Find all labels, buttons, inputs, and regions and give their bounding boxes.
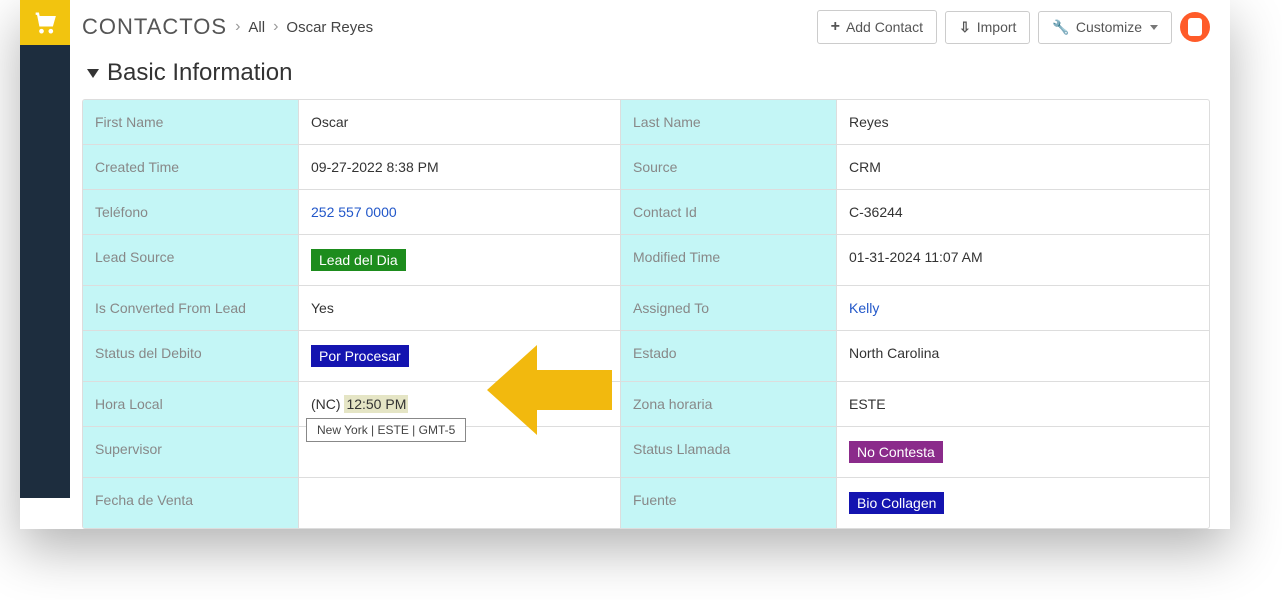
import-button[interactable]: ⇩ Import: [945, 11, 1030, 44]
field-label: Last Name: [621, 100, 837, 144]
field-value[interactable]: Bio Collagen: [837, 478, 1161, 528]
field-value[interactable]: CRM: [837, 145, 1161, 189]
breadcrumb-record[interactable]: Oscar Reyes: [286, 19, 373, 36]
field-label: Status del Debito: [83, 331, 299, 381]
field-label: Contact Id: [621, 190, 837, 234]
page-container: Contactos › All › Oscar Reyes + Add Cont…: [20, 0, 1230, 529]
field-value[interactable]: [299, 478, 621, 528]
field-value[interactable]: ESTE: [837, 382, 1161, 426]
table-row: Status del Debito Por Procesar Estado No…: [83, 330, 1209, 381]
field-label: Assigned To: [621, 286, 837, 330]
field-value[interactable]: No Contesta: [837, 427, 1161, 477]
field-label: Estado: [621, 331, 837, 381]
status-debito-badge: Por Procesar: [311, 345, 409, 367]
lead-source-badge: Lead del Dia: [311, 249, 406, 271]
download-icon: ⇩: [959, 19, 971, 36]
cart-icon: [31, 9, 59, 37]
field-value[interactable]: Reyes: [837, 100, 1161, 144]
fuente-badge: Bio Collagen: [849, 492, 944, 514]
header-row: Contactos › All › Oscar Reyes + Add Cont…: [82, 10, 1210, 59]
field-label: Zona horaria: [621, 382, 837, 426]
field-label: Created Time: [83, 145, 299, 189]
chevron-right-icon: ›: [273, 18, 278, 36]
field-value[interactable]: Lead del Dia: [299, 235, 621, 285]
add-contact-label: Add Contact: [846, 19, 923, 35]
module-title[interactable]: Contactos: [82, 14, 227, 40]
field-label: Is Converted From Lead: [83, 286, 299, 330]
header-actions: + Add Contact ⇩ Import 🔧 Customize: [817, 10, 1210, 44]
timezone-tooltip: New York | ESTE | GMT-5: [306, 418, 466, 442]
section-title-text: Basic Information: [107, 59, 292, 87]
field-value[interactable]: 01-31-2024 11:07 AM: [837, 235, 1161, 285]
clipboard-button[interactable]: [1180, 12, 1210, 42]
chevron-down-icon: [1150, 25, 1158, 30]
clipboard-icon: [1188, 18, 1202, 36]
field-label: Source: [621, 145, 837, 189]
main-content: Contactos › All › Oscar Reyes + Add Cont…: [70, 0, 1230, 529]
field-value[interactable]: Kelly: [837, 286, 1161, 330]
customize-label: Customize: [1076, 19, 1142, 35]
chevron-right-icon: ›: [235, 18, 240, 36]
table-row: Is Converted From Lead Yes Assigned To K…: [83, 285, 1209, 330]
field-label: Modified Time: [621, 235, 837, 285]
status-llamada-badge: No Contesta: [849, 441, 943, 463]
section-header[interactable]: Basic Information: [82, 59, 1210, 99]
field-value[interactable]: 252 557 0000: [299, 190, 621, 234]
add-contact-button[interactable]: + Add Contact: [817, 10, 937, 44]
field-value[interactable]: North Carolina: [837, 331, 1161, 381]
breadcrumb: Contactos › All › Oscar Reyes: [82, 14, 373, 40]
field-label: Fecha de Venta: [83, 478, 299, 528]
collapse-icon: [87, 69, 99, 78]
field-value[interactable]: Oscar: [299, 100, 621, 144]
wrench-icon: 🔧: [1052, 19, 1069, 36]
field-value[interactable]: 09-27-2022 8:38 PM: [299, 145, 621, 189]
app-logo[interactable]: [20, 0, 70, 45]
field-label: Teléfono: [83, 190, 299, 234]
import-label: Import: [977, 19, 1017, 35]
field-value[interactable]: Por Procesar: [299, 331, 621, 381]
table-row: Created Time 09-27-2022 8:38 PM Source C…: [83, 144, 1209, 189]
table-row: Hora Local (NC) 12:50 PM New York | ESTE…: [83, 381, 1209, 426]
customize-button[interactable]: 🔧 Customize: [1038, 11, 1172, 44]
table-row: First Name Oscar Last Name Reyes: [83, 100, 1209, 144]
field-value[interactable]: Yes: [299, 286, 621, 330]
table-row: Lead Source Lead del Dia Modified Time 0…: [83, 234, 1209, 285]
field-label: Hora Local: [83, 382, 299, 426]
field-value[interactable]: C-36244: [837, 190, 1161, 234]
assigned-to-link[interactable]: Kelly: [849, 300, 879, 316]
field-label: Supervisor: [83, 427, 299, 477]
hora-local-prefix: (NC): [311, 396, 344, 412]
left-sidebar: [20, 0, 70, 498]
table-row: Fecha de Venta Fuente Bio Collagen: [83, 477, 1209, 528]
table-row: Teléfono 252 557 0000 Contact Id C-36244: [83, 189, 1209, 234]
field-label: Status Llamada: [621, 427, 837, 477]
basic-info-table: First Name Oscar Last Name Reyes Created…: [82, 99, 1210, 529]
table-row: Supervisor Status Llamada No Contesta: [83, 426, 1209, 477]
field-label: Fuente: [621, 478, 837, 528]
plus-icon: +: [831, 18, 840, 36]
hora-local-value[interactable]: (NC) 12:50 PM New York | ESTE | GMT-5: [299, 382, 621, 426]
breadcrumb-all[interactable]: All: [248, 19, 265, 36]
phone-link[interactable]: 252 557 0000: [311, 204, 397, 220]
field-label: First Name: [83, 100, 299, 144]
field-label: Lead Source: [83, 235, 299, 285]
hora-local-time: 12:50 PM: [344, 395, 408, 413]
